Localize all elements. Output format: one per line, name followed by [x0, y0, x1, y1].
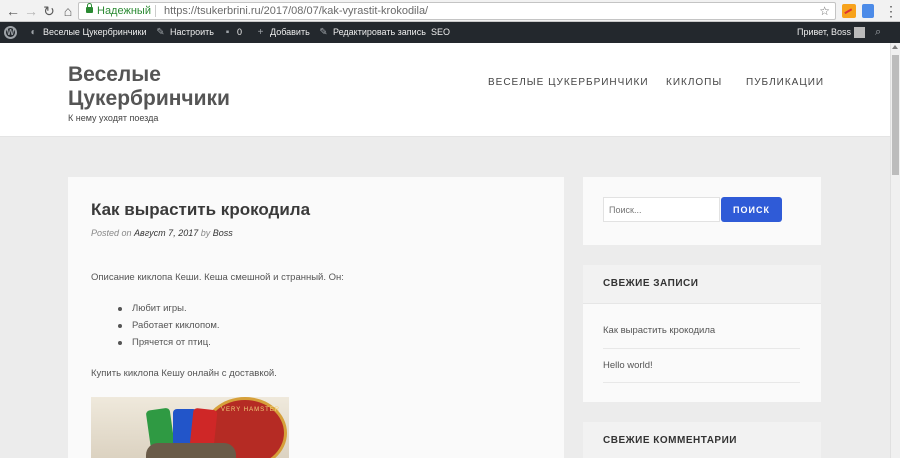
widget-header: СВЕЖИЕ КОММЕНТАРИИ [583, 422, 821, 458]
address-divider [155, 5, 156, 17]
recent-posts-widget: СВЕЖИЕ ЗАПИСИ Как вырастить крокодила He… [583, 265, 821, 402]
post-date-link[interactable]: Август 7, 2017 [134, 228, 198, 238]
brush-icon: ✎ [156, 27, 165, 38]
search-widget: ПОИСК [583, 177, 821, 245]
bookmark-star-icon[interactable]: ☆ [819, 3, 830, 19]
browser-menu-icon[interactable]: ⋮ [884, 2, 898, 20]
admin-comments[interactable]: ▪ 0 [222, 22, 242, 43]
list-item: Работает киклопом. [118, 320, 220, 337]
post-buy-text: Купить киклопа Кешу онлайн с доставкой. [91, 368, 277, 379]
pencil-icon: ✎ [319, 27, 328, 38]
admin-add-new-label: Добавить [270, 27, 310, 37]
post-meta-by: by [200, 228, 211, 238]
extension-analytics-icon[interactable] [842, 4, 856, 18]
scroll-thumb[interactable] [892, 55, 899, 175]
search-input[interactable] [603, 197, 720, 222]
nav-item-home[interactable]: ВЕСЕЛЫЕ ЦУКЕРБРИНЧИКИ [488, 77, 649, 88]
wp-admin-bar: W ◐ Веселые Цукербринчики ✎ Настроить ▪ 0 +… [0, 22, 900, 43]
home-icon[interactable]: ⌂ [59, 2, 77, 20]
admin-greeting: Привет, Boss [797, 27, 852, 37]
avatar [854, 27, 866, 39]
list-item: Прячется от птиц. [118, 337, 220, 354]
dashboard-icon: ◐ [30, 27, 37, 38]
image-caption-text: VERY HAMSTER [221, 407, 281, 413]
recent-posts-title: СВЕЖИЕ ЗАПИСИ [603, 278, 699, 289]
lock-icon [86, 3, 93, 13]
back-arrow-icon[interactable]: ← [4, 2, 22, 20]
extension-blue-icon[interactable] [862, 4, 874, 18]
plus-icon: + [257, 27, 264, 38]
post-image: VERY HAMSTER [91, 397, 289, 458]
post-intro: Описание киклопа Кеши. Кеша смешной и ст… [91, 272, 344, 283]
url-host: https://tsukerbrini.ru [164, 5, 261, 17]
forward-arrow-icon[interactable]: → [22, 2, 40, 20]
post-meta: Posted on Август 7, 2017 by Boss [91, 228, 233, 238]
admin-site-name-label: Веселые Цукербринчики [43, 27, 147, 37]
site-title-line1: Веселые [68, 63, 161, 86]
divider [603, 382, 800, 383]
nav-item-cyclops[interactable]: КИКЛОПЫ [666, 77, 722, 88]
admin-account[interactable]: Привет, Boss [797, 22, 866, 43]
list-item: Любит игры. [118, 303, 220, 320]
admin-search-icon[interactable]: ⌕ [875, 22, 881, 43]
post-article: Как вырастить крокодила Posted on Август… [68, 177, 564, 458]
post-title[interactable]: Как вырастить крокодила [91, 200, 310, 220]
site-header: Веселые Цукербринчики К нему уходят поез… [0, 43, 890, 137]
admin-edit-post-label: Редактировать запись [333, 27, 426, 37]
recent-post-link[interactable]: Hello world! [603, 360, 653, 371]
address-bar[interactable]: Надежный https://tsukerbrini.ru/2017/08/… [78, 2, 836, 20]
site-title[interactable]: Веселые Цукербринчики [68, 63, 230, 111]
search-button[interactable]: ПОИСК [721, 197, 782, 222]
admin-edit-post[interactable]: ✎ Редактировать запись [318, 22, 426, 43]
nav-item-publications[interactable]: ПУБЛИКАЦИИ [746, 77, 824, 88]
divider [603, 348, 800, 349]
site-title-line2: Цукербринчики [68, 87, 230, 110]
widget-header: СВЕЖИЕ ЗАПИСИ [583, 265, 821, 304]
post-bullet-list: Любит игры. Работает киклопом. Прячется … [118, 303, 220, 354]
post-meta-posted-on: Posted on [91, 228, 132, 238]
admin-seo[interactable]: SEO [431, 22, 450, 43]
recent-post-link[interactable]: Как вырастить крокодила [603, 325, 715, 336]
figures-graphic [146, 443, 236, 458]
post-author-link[interactable]: Boss [213, 228, 233, 238]
url-text[interactable]: https://tsukerbrini.ru/2017/08/07/kak-vy… [164, 3, 428, 19]
browser-toolbar: ← → ↻ ⌂ Надежный https://tsukerbrini.ru/… [0, 0, 900, 22]
comment-bubble-icon: ▪ [225, 27, 230, 38]
scroll-up-arrow-icon[interactable] [892, 45, 898, 49]
secure-label: Надежный [97, 5, 151, 17]
site-tagline: К нему уходят поезда [68, 113, 159, 123]
admin-comments-count: 0 [237, 27, 243, 37]
admin-site-name[interactable]: ◐ Веселые Цукербринчики [28, 22, 147, 43]
page-scrollbar[interactable] [890, 43, 900, 458]
wordpress-logo-icon[interactable]: W [4, 26, 17, 39]
url-path: /2017/08/07/kak-vyrastit-krokodila/ [260, 5, 429, 17]
admin-customize[interactable]: ✎ Настроить [155, 22, 214, 43]
recent-comments-widget: СВЕЖИЕ КОММЕНТАРИИ [583, 422, 821, 458]
reload-icon[interactable]: ↻ [40, 2, 58, 20]
admin-add-new[interactable]: + Добавить [255, 22, 310, 43]
admin-customize-label: Настроить [170, 27, 214, 37]
recent-comments-title: СВЕЖИЕ КОММЕНТАРИИ [603, 435, 737, 446]
